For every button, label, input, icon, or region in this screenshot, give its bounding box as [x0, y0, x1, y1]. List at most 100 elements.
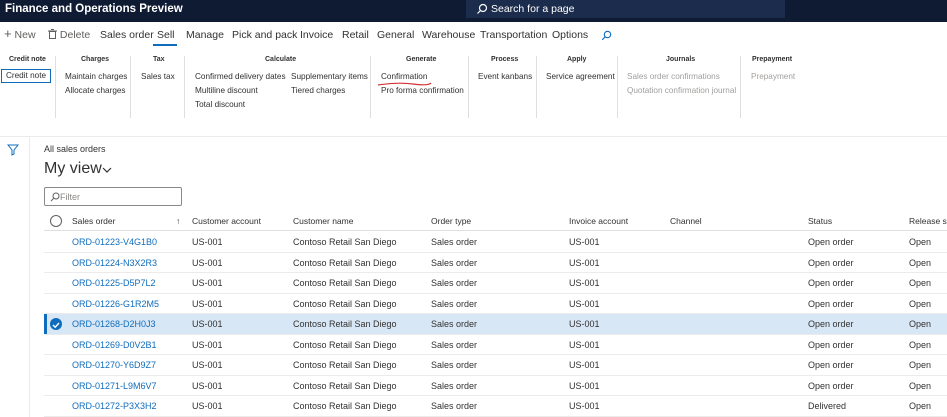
plus-icon: + — [4, 26, 12, 41]
column-sales-order[interactable]: Sales order — [72, 216, 115, 226]
invoice-account-cell: US-001 — [569, 360, 600, 370]
group-journals-header: Journals — [666, 56, 696, 63]
allocate-charges-button[interactable]: Allocate charges — [65, 86, 126, 95]
tiered-charges-button[interactable]: Tiered charges — [291, 86, 345, 95]
order-type-cell: Sales order — [431, 380, 478, 391]
release-status-cell: Open — [909, 319, 932, 329]
chevron-down-icon[interactable] — [102, 167, 112, 174]
table-row[interactable]: ORD-01268-D2H0J3 US-001 Contoso Retail San… — [44, 314, 947, 335]
trash-icon — [48, 29, 57, 39]
order-type-cell: Sales order — [431, 319, 478, 329]
column-channel[interactable]: Channel — [670, 216, 702, 226]
sales-order-link[interactable]: ORD-01223-V4G1B0 — [72, 237, 157, 247]
table-row[interactable]: ORD-01271-L9M6V7 US-001 Contoso Retail San… — [44, 376, 947, 396]
table-row[interactable]: ORD-01225-D5P7L2 US-001 Contoso Retail San… — [44, 273, 947, 294]
group-tax-header: Tax — [153, 56, 165, 63]
invoice-account-cell: US-001 — [569, 319, 600, 329]
column-order-type[interactable]: Order type — [431, 216, 471, 226]
invoice-account-cell: US-001 — [569, 380, 600, 391]
sales-order-link[interactable]: ORD-01225-D5P7L2 — [72, 278, 156, 288]
pro-forma-confirmation-button[interactable]: Pro forma confirmation — [381, 86, 464, 95]
table-row[interactable]: ORD-01224-N3X2R3 US-001 Contoso Retail San… — [44, 253, 947, 273]
release-status-cell: Open — [909, 380, 932, 391]
tab-retail[interactable]: Retail — [342, 29, 369, 41]
table-row[interactable]: ORD-01272-P3X3H2 US-001 Contoso Retail San… — [44, 396, 947, 417]
customer-name-cell: Contoso Retail San Diego — [293, 339, 397, 350]
sales-tax-button[interactable]: Sales tax — [141, 72, 175, 81]
sales-order-confirmations-button[interactable]: Sales order confirmations — [627, 72, 720, 81]
ribbon-separator — [130, 56, 131, 118]
invoice-account-cell: US-001 — [569, 237, 600, 247]
select-all-radio[interactable] — [50, 215, 62, 227]
event-kanbans-button[interactable]: Event kanbans — [478, 72, 532, 81]
tab-invoice[interactable]: Invoice — [300, 29, 333, 41]
tab-transportation[interactable]: Transportation — [480, 29, 547, 41]
table-row[interactable]: ORD-01269-D0V2B1 US-001 Contoso Retail San… — [44, 335, 947, 355]
filter-field[interactable] — [44, 187, 182, 206]
invoice-account-cell: US-001 — [569, 278, 600, 288]
tab-pick-and-pack[interactable]: Pick and pack — [232, 29, 297, 41]
customer-name-cell: Contoso Retail San Diego — [293, 360, 397, 370]
delete-button[interactable]: Delete — [48, 29, 90, 41]
supplementary-items-button[interactable]: Supplementary items — [291, 72, 368, 81]
table-row[interactable]: ORD-01270-Y6D9Z7 US-001 Contoso Retail San… — [44, 355, 947, 376]
order-type-cell: Sales order — [431, 237, 478, 247]
table-row[interactable]: ORD-01223-V4G1B0 US-001 Contoso Retail San… — [44, 232, 947, 253]
row-checked-icon[interactable] — [50, 318, 62, 330]
tab-manage[interactable]: Manage — [186, 29, 224, 41]
view-title[interactable]: My view — [44, 160, 102, 178]
sales-order-link[interactable]: ORD-01272-P3X3H2 — [72, 401, 157, 411]
ribbon-separator — [617, 56, 618, 118]
customer-account-cell: US-001 — [192, 380, 223, 391]
tab-general[interactable]: General — [377, 29, 414, 41]
search-page-box[interactable]: Search for a page — [466, 0, 785, 18]
sales-order-link[interactable]: ORD-01269-D0V2B1 — [72, 340, 157, 350]
quotation-confirmation-journal-button[interactable]: Quotation confirmation journal — [627, 86, 736, 95]
customer-name-cell: Contoso Retail San Diego — [293, 278, 397, 288]
invoice-account-cell: US-001 — [569, 339, 600, 350]
tab-sell[interactable]: Sell — [157, 29, 175, 41]
sell-tab-indicator — [153, 44, 177, 46]
column-status[interactable]: Status — [808, 216, 832, 226]
status-cell: Delivered — [808, 401, 847, 411]
customer-name-cell: Contoso Retail San Diego — [293, 319, 397, 329]
filter-icon[interactable] — [7, 144, 19, 156]
customer-account-cell: US-001 — [192, 278, 223, 288]
sales-order-link[interactable]: ORD-01224-N3X2R3 — [72, 258, 157, 268]
tab-warehouse[interactable]: Warehouse — [422, 29, 475, 41]
tab-sales-order[interactable]: Sales order — [100, 29, 154, 41]
group-generate-header: Generate — [406, 56, 437, 63]
column-customer-account[interactable]: Customer account — [192, 216, 261, 226]
action-search-icon[interactable] — [601, 30, 612, 41]
table-row[interactable]: ORD-01226-G1R2M5 US-001 Contoso Retail San… — [44, 294, 947, 314]
status-cell: Open order — [808, 380, 854, 391]
ribbon-separator — [536, 56, 537, 118]
maintain-charges-button[interactable]: Maintain charges — [65, 72, 127, 81]
sales-order-link[interactable]: ORD-01270-Y6D9Z7 — [72, 360, 156, 370]
sales-order-link[interactable]: ORD-01268-D2H0J3 — [72, 319, 156, 329]
customer-account-cell: US-001 — [192, 237, 223, 247]
column-customer-name[interactable]: Customer name — [293, 216, 353, 226]
prepayment-button[interactable]: Prepayment — [751, 72, 795, 81]
new-button[interactable]: + New — [4, 26, 36, 41]
sort-ascending-icon[interactable]: ↑ — [176, 216, 180, 226]
confirmed-delivery-dates-button[interactable]: Confirmed delivery dates — [195, 72, 286, 81]
search-icon — [50, 192, 60, 202]
tab-options[interactable]: Options — [552, 29, 588, 41]
column-release-status[interactable]: Release sta — [909, 216, 947, 226]
invoice-account-cell: US-001 — [569, 298, 600, 309]
service-agreement-button[interactable]: Service agreement — [546, 72, 615, 81]
sales-order-link[interactable]: ORD-01271-L9M6V7 — [72, 381, 157, 391]
column-invoice-account[interactable]: Invoice account — [569, 216, 628, 226]
search-placeholder: Search for a page — [491, 3, 575, 15]
total-discount-button[interactable]: Total discount — [195, 100, 245, 109]
status-cell: Open order — [808, 278, 854, 288]
customer-name-cell: Contoso Retail San Diego — [293, 298, 397, 309]
confirmation-button[interactable]: Confirmation — [381, 72, 427, 81]
credit-note-button[interactable]: Credit note — [1, 69, 51, 83]
multiline-discount-button[interactable]: Multiline discount — [195, 86, 258, 95]
release-status-cell: Open — [909, 278, 932, 288]
selected-row-indicator — [44, 314, 47, 334]
sales-order-link[interactable]: ORD-01226-G1R2M5 — [72, 299, 159, 309]
filter-input[interactable] — [60, 190, 178, 203]
